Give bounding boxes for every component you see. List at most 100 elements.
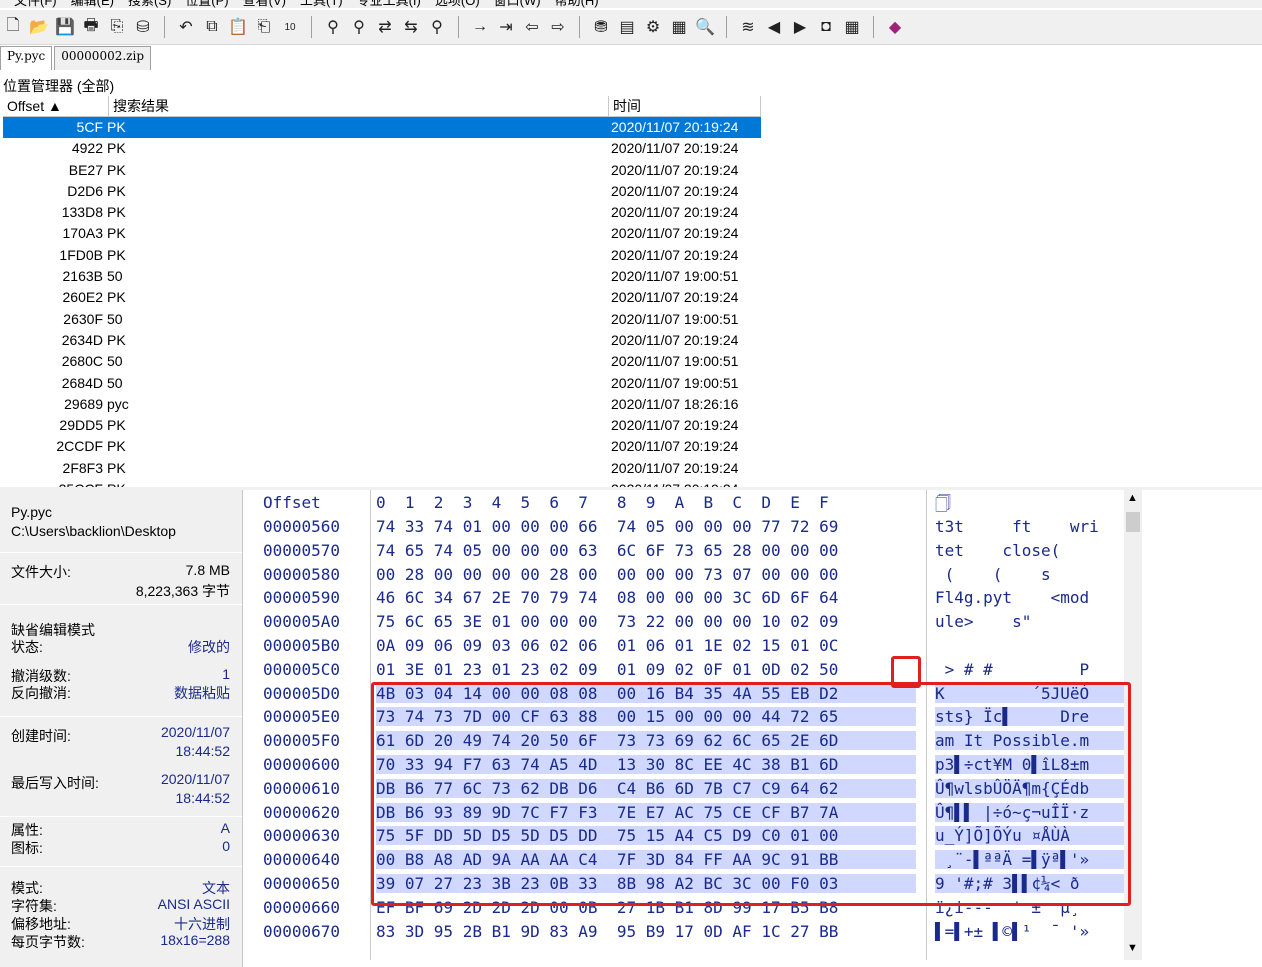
table-icon[interactable]: ▦	[839, 14, 865, 40]
position-row[interactable]: 5CF PK 2020/11/07 20:19:24	[3, 117, 761, 139]
col-offset-header[interactable]: Offset ▲	[3, 96, 109, 116]
find-hex-icon[interactable]: ⚲	[346, 14, 372, 40]
hex-row-offset: 000005A0	[263, 612, 341, 632]
position-row[interactable]: 29DD5 PK 2020/11/07 20:19:24	[3, 415, 761, 436]
position-row[interactable]: 133D8 PK 2020/11/07 20:19:24	[3, 202, 761, 223]
save-icon[interactable]: 💾	[52, 14, 78, 40]
hex-row-bytes[interactable]: 83 3D 95 2B B1 9D 83 A9 95 B9 17 0D AF 1…	[376, 922, 916, 941]
hex-row[interactable]: 00000560 74 33 74 01 00 00 00 66 74 05 00…	[243, 517, 1143, 541]
position-row[interactable]: 4922 PK 2020/11/07 20:19:24	[3, 138, 761, 159]
menu-item[interactable]: 文件(F)	[14, 0, 57, 8]
disk-icon[interactable]: ⛃	[588, 14, 614, 40]
hex-row[interactable]: 000005C0 01 3E 01 23 01 23 02 09 01 09 02…	[243, 660, 1143, 684]
forward-icon[interactable]: ⇨	[545, 14, 571, 40]
row-offset: 2630F	[63, 310, 103, 327]
goto-icon[interactable]: →	[467, 14, 493, 40]
menu-item[interactable]: 搜索(S)	[128, 0, 171, 8]
hex-row[interactable]: 00000580 00 28 00 00 00 00 28 00 00 00 00…	[243, 565, 1143, 589]
position-row[interactable]: 2634D PK 2020/11/07 20:19:24	[3, 330, 761, 351]
menu-item[interactable]: 帮助(H)	[555, 0, 599, 8]
position-row[interactable]: 29689 pyc 2020/11/07 18:26:16	[3, 394, 761, 415]
book-icon[interactable]: ◆	[882, 14, 908, 40]
hex-row[interactable]: 00000570 74 65 74 05 00 00 00 63 6C 6F 73…	[243, 541, 1143, 565]
find-next-icon[interactable]: ⚲	[424, 14, 450, 40]
position-row[interactable]: 1FD0B PK 2020/11/07 20:19:24	[3, 245, 761, 266]
position-row[interactable]: 35CCFPK2020/11/07 20:19:24	[3, 479, 761, 487]
scroll-thumb[interactable]	[1126, 512, 1140, 532]
hex-row-ascii[interactable]: t3t ft wri	[935, 517, 1125, 536]
tools-icon[interactable]: ⚙	[640, 14, 666, 40]
row-result: PK	[107, 119, 126, 135]
mode-block: 模式: 文本 字符集: ANSI ASCII 偏移地址: 十六进制 每页字节数:…	[0, 866, 242, 967]
open-disk-icon[interactable]: ⛁	[130, 14, 156, 40]
new-file-icon[interactable]: 🗋	[0, 14, 26, 40]
find-icon[interactable]: ⚲	[320, 14, 346, 40]
prev-icon[interactable]: ◀	[761, 14, 787, 40]
copy-icon[interactable]: ⧉	[199, 14, 225, 40]
calc-icon[interactable]: ▦	[666, 14, 692, 40]
row-result: PK	[107, 417, 126, 434]
hex-row[interactable]: 00000590 46 6C 34 67 2E 70 79 74 08 00 00…	[243, 588, 1143, 612]
hex-row[interactable]: 000005B0 0A 09 06 09 03 06 02 06 01 06 01…	[243, 636, 1143, 660]
replace-icon[interactable]: ⇄	[372, 14, 398, 40]
position-row[interactable]: 2F8F3 PK 2020/11/07 20:19:24	[3, 458, 761, 479]
binary-icon[interactable]: 10	[277, 14, 303, 40]
col-time-header[interactable]: 时间	[609, 96, 761, 116]
position-row[interactable]: 2CCDF PK 2020/11/07 20:19:24	[3, 436, 761, 457]
col-result-header[interactable]: 搜索结果	[109, 96, 609, 116]
hex-row-bytes[interactable]: 74 33 74 01 00 00 00 66 74 05 00 00 00 7…	[376, 517, 916, 536]
menu-item[interactable]: 位置(P)	[185, 0, 228, 8]
hex-row-ascii[interactable]: ule> s"	[935, 612, 1125, 631]
hex-row[interactable]: 00000670 83 3D 95 2B B1 9D 83 A9 95 B9 17…	[243, 922, 1143, 946]
hex-row-bytes[interactable]: 74 65 74 05 00 00 00 63 6C 6F 73 65 28 0…	[376, 541, 916, 560]
hex-row-bytes[interactable]: 01 3E 01 23 01 23 02 09 01 09 02 0F 01 0…	[376, 660, 916, 679]
menu-item[interactable]: 选项(O)	[435, 0, 480, 8]
hex-row-offset: 00000630	[263, 826, 341, 846]
row-offset: 29DD5	[59, 417, 103, 434]
print-icon[interactable]: 🖶	[78, 14, 104, 40]
position-row[interactable]: 2680C 50 2020/11/07 19:00:51	[3, 351, 761, 372]
paste-special-icon[interactable]: ⎗	[251, 14, 277, 40]
ram-icon[interactable]: ▤	[614, 14, 640, 40]
hex-row-bytes[interactable]: 00 28 00 00 00 00 28 00 00 00 00 73 07 0…	[376, 565, 916, 584]
hex-row-ascii[interactable]: Fl4g.pyt <mod	[935, 588, 1125, 607]
menu-item[interactable]: 工具(T)	[300, 0, 343, 8]
hex-row-bytes[interactable]: 0A 09 06 09 03 06 02 06 01 06 01 1E 02 1…	[376, 636, 916, 655]
scroll-up-icon[interactable]: ▲	[1127, 492, 1138, 504]
paste-icon[interactable]: 📋	[225, 14, 251, 40]
position-row[interactable]: 2684D 50 2020/11/07 19:00:51	[3, 373, 761, 394]
hex-row[interactable]: 000005A0 75 6C 65 3E 01 00 00 00 73 22 00…	[243, 612, 1143, 636]
hex-row-ascii[interactable]: tet close(	[935, 541, 1125, 560]
back-icon[interactable]: ⇦	[519, 14, 545, 40]
next-icon[interactable]: ▶	[787, 14, 813, 40]
position-row[interactable]: 260E2 PK 2020/11/07 20:19:24	[3, 287, 761, 308]
hex-row-bytes[interactable]: 75 6C 65 3E 01 00 00 00 73 22 00 00 00 1…	[376, 612, 916, 631]
hex-row-ascii[interactable]: ( ( s	[935, 565, 1125, 584]
menu-item[interactable]: 编辑(E)	[71, 0, 114, 8]
scroll-down-icon[interactable]: ▼	[1127, 942, 1138, 954]
undo-icon[interactable]: ↶	[173, 14, 199, 40]
replace-hex-icon[interactable]: ⇆	[398, 14, 424, 40]
bytes-per-page-label: 每页字节数:	[11, 934, 85, 950]
menu-item[interactable]: 查看(V)	[243, 0, 286, 8]
position-row[interactable]: 170A3 PK 2020/11/07 20:19:24	[3, 223, 761, 244]
menu-item[interactable]: 窗口(W)	[494, 0, 541, 8]
tab-py-pyc[interactable]: Py.pyc	[0, 46, 53, 70]
compare-icon[interactable]: ≋	[735, 14, 761, 40]
hex-row-ascii[interactable]: ▌=▌+± ▌©▌¹ ¯ '»	[935, 922, 1125, 941]
hex-row-ascii[interactable]: > # # P	[935, 660, 1125, 679]
tab-zip[interactable]: 00000002.zip	[54, 46, 151, 70]
position-row[interactable]: BE27 PK 2020/11/07 20:19:24	[3, 160, 761, 181]
position-row[interactable]: 2163B 50 2020/11/07 19:00:51	[3, 266, 761, 287]
open-icon[interactable]: 📂	[26, 14, 52, 40]
camera-icon[interactable]: ◘	[813, 14, 839, 40]
properties-icon[interactable]: ⎘	[104, 14, 130, 40]
zoom-icon[interactable]: 🔍	[692, 14, 718, 40]
menu-item[interactable]: 专业工具(I)	[357, 0, 421, 8]
position-row[interactable]: D2D6 PK 2020/11/07 20:19:24	[3, 181, 761, 202]
goto-offset-icon[interactable]: ⇥	[493, 14, 519, 40]
hex-row-offset: 00000620	[263, 802, 341, 822]
hex-row-bytes[interactable]: 46 6C 34 67 2E 70 79 74 08 00 00 00 3C 6…	[376, 588, 916, 607]
position-row[interactable]: 2630F 50 2020/11/07 19:00:51	[3, 309, 761, 330]
row-offset: 2163B	[62, 268, 103, 285]
